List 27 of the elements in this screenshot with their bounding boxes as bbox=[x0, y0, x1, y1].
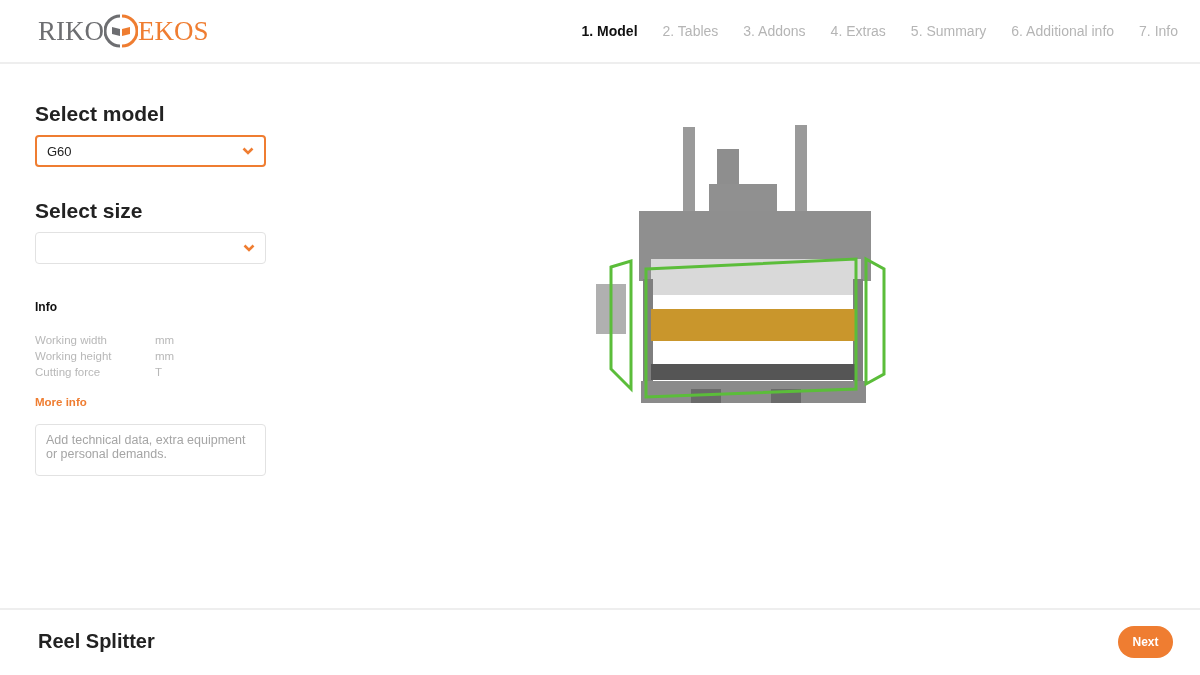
spec-unit: T bbox=[155, 366, 164, 378]
chevron-down-icon bbox=[242, 147, 254, 155]
section-heading: Select size bbox=[35, 199, 144, 223]
spec-unit: mm bbox=[155, 350, 176, 362]
step-tab[interactable]: 7. Info bbox=[1139, 23, 1178, 39]
step-tab[interactable]: 3. Addons bbox=[743, 23, 806, 39]
more-info-link[interactable]: More info bbox=[35, 396, 87, 408]
select-field[interactable]: G60 bbox=[35, 135, 266, 167]
spec-label: Working width bbox=[35, 334, 108, 346]
spec-label: Working height bbox=[35, 350, 113, 362]
notes-field[interactable]: Add technical data, extra equipment or personal demands. bbox=[35, 424, 266, 476]
logo-icon bbox=[104, 14, 138, 48]
spec-unit: mm bbox=[155, 334, 176, 346]
spec-label: Cutting force bbox=[35, 366, 102, 378]
logo-text: EKOS bbox=[138, 15, 209, 47]
logo-text: RIKO bbox=[38, 15, 104, 47]
select-field[interactable] bbox=[35, 232, 266, 264]
section-heading: Select model bbox=[35, 102, 166, 126]
step-tab[interactable]: 6. Additional info bbox=[1011, 23, 1115, 39]
info-heading: Info bbox=[35, 300, 58, 314]
step-tab[interactable]: 4. Extras bbox=[830, 23, 886, 39]
product-title: Reel Splitter bbox=[38, 630, 155, 653]
step-tab[interactable]: 1. Model bbox=[581, 23, 638, 39]
next-button[interactable]: Next bbox=[1118, 625, 1173, 658]
step-tab[interactable]: 5. Summary bbox=[910, 23, 987, 39]
chevron-down-icon bbox=[243, 244, 255, 252]
step-tab[interactable]: 2. Tables bbox=[662, 23, 719, 39]
